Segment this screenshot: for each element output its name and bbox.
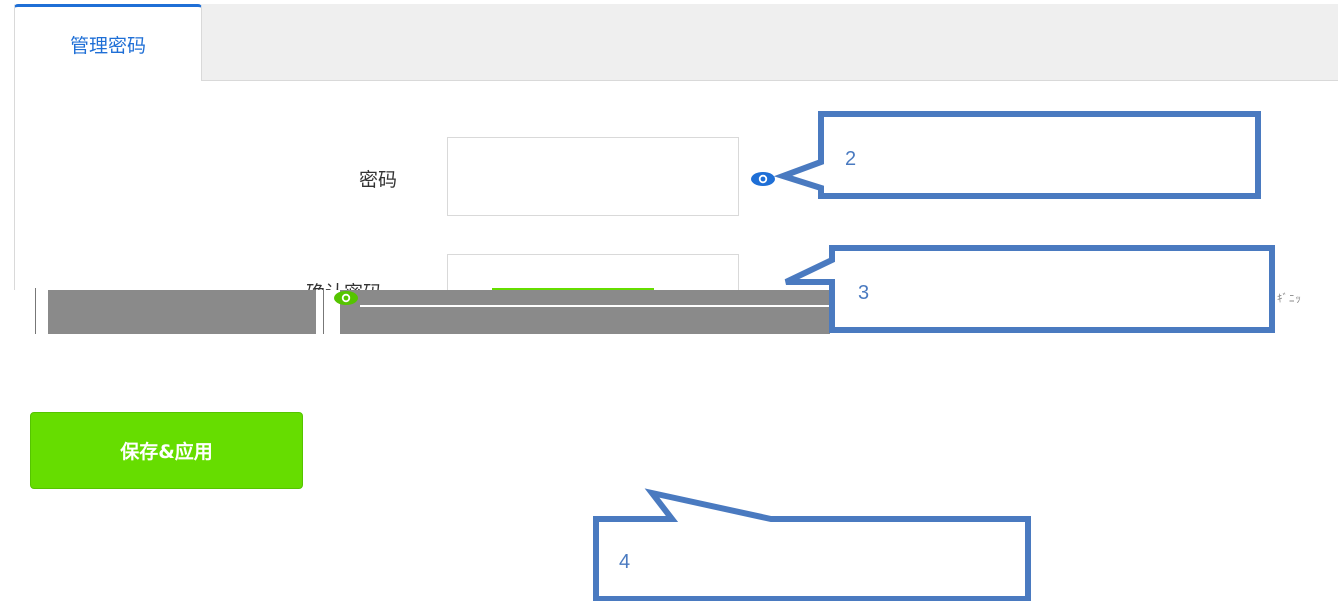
glitch-text-fragment: ｷﾞﾆｯ: [1277, 292, 1302, 305]
password-input[interactable]: [447, 137, 739, 216]
obscured-block: [340, 290, 830, 334]
eye-icon[interactable]: [750, 171, 776, 187]
divider-line: [35, 288, 36, 334]
eye-icon[interactable]: [333, 290, 359, 306]
callout-number-2: 2: [845, 148, 857, 170]
content-border: [14, 80, 15, 290]
callout-number-3: 3: [858, 282, 870, 304]
confirm-password-label: 确认密码: [306, 278, 382, 290]
callout-number-4: 4: [619, 551, 631, 573]
divider-line: [323, 288, 324, 334]
tab-label: 管理密码: [69, 34, 146, 57]
callout-4-shape: [593, 488, 1031, 601]
obscured-block: [48, 290, 316, 334]
save-apply-button[interactable]: 保存&应用: [30, 412, 303, 489]
tab-manage-password[interactable]: 管理密码: [14, 4, 202, 81]
tab-bar: 管理密码: [14, 4, 1338, 81]
password-label: 密码: [359, 169, 398, 191]
save-apply-label: 保存&应用: [120, 441, 213, 463]
glitch-line: [360, 305, 830, 307]
